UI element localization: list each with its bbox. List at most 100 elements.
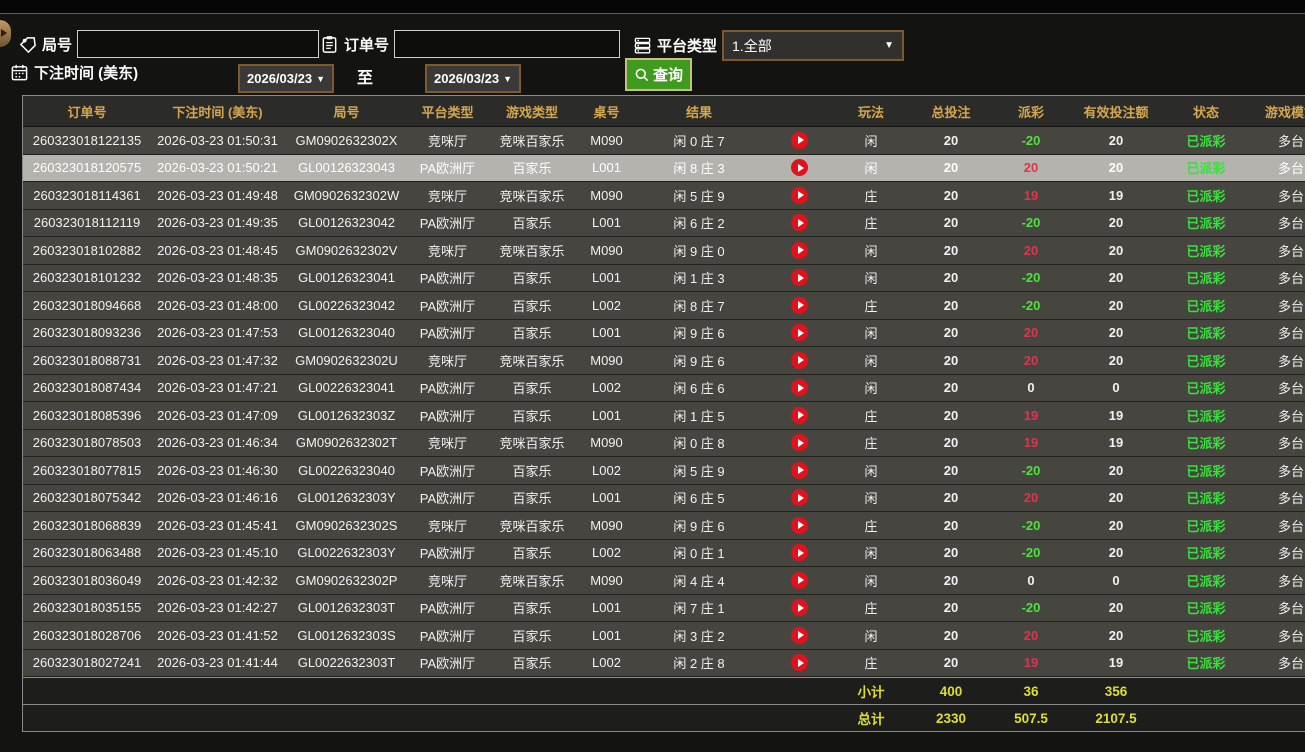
date-to-picker[interactable]: 2026/03/23 ▼ <box>425 64 521 93</box>
header-status: 状态 <box>1192 104 1219 120</box>
table-row[interactable]: 260323018087434 2026-03-23 01:47:21 GL0022… <box>23 374 1305 402</box>
play-icon <box>797 191 804 200</box>
platform-cell: PA欧洲厅 <box>419 161 476 177</box>
table-row[interactable]: 260323018063488 2026-03-23 01:45:10 GL0022… <box>23 539 1305 567</box>
table-row[interactable]: 260323018027241 2026-03-23 01:41:44 GL0022… <box>23 649 1305 677</box>
valid-bet-cell: 20 <box>1108 600 1124 616</box>
status-cell: 已派彩 <box>1186 546 1226 562</box>
platform-cell: 竞咪厅 <box>427 188 467 204</box>
table-row[interactable]: 260323018101232 2026-03-23 01:48:35 GL0012… <box>23 264 1305 292</box>
game-no-cell: GL0022632303Y <box>297 545 396 561</box>
play-video-button[interactable] <box>791 241 808 259</box>
bet-time-cell: 2026-03-23 01:42:32 <box>157 572 278 588</box>
table-row[interactable]: 260323018120575 2026-03-23 01:50:21 GL0012… <box>23 154 1305 182</box>
total-bet-cell: 20 <box>943 435 959 451</box>
play-video-button[interactable] <box>791 434 808 452</box>
video-cell <box>763 626 836 644</box>
total-bet-cell: 20 <box>943 242 959 258</box>
payout-cell: 20 <box>1023 325 1039 341</box>
table-row[interactable]: 260323018078503 2026-03-23 01:46:34 GM0902… <box>23 429 1305 457</box>
play-video-button[interactable] <box>791 571 808 589</box>
table-row[interactable]: 260323018028706 2026-03-23 01:41:52 GL0012… <box>23 622 1305 650</box>
platform-type-select[interactable]: 1.全部 ▼ <box>722 30 905 61</box>
play-icon <box>797 576 804 585</box>
play-video-button[interactable] <box>791 324 808 342</box>
date-from-picker[interactable]: 2026/03/23 ▼ <box>238 64 334 93</box>
payout-cell: 0 <box>1027 380 1035 396</box>
bet-type-cell: 闲 <box>864 463 878 479</box>
header-game-no: 局号 <box>333 104 360 120</box>
play-icon <box>797 163 804 172</box>
table-row[interactable]: 260323018075342 2026-03-23 01:46:16 GL0012… <box>23 484 1305 512</box>
video-cell <box>763 571 836 589</box>
query-button[interactable]: 查询 <box>625 58 693 91</box>
game-type-cell: 百家乐 <box>512 216 552 232</box>
play-video-button[interactable] <box>791 296 808 314</box>
status-cell: 已派彩 <box>1186 243 1226 259</box>
valid-bet-cell: 0 <box>1112 572 1120 588</box>
play-video-button[interactable] <box>791 544 808 562</box>
play-video-button[interactable] <box>791 461 808 479</box>
play-video-button[interactable] <box>791 516 808 534</box>
play-video-button[interactable] <box>791 131 808 149</box>
order-no-cell: 260323018035155 <box>32 600 142 616</box>
table-row[interactable]: 260323018102882 2026-03-23 01:48:45 GM0902… <box>23 237 1305 265</box>
header-total-bet: 总投注 <box>931 104 971 120</box>
bet-type-cell: 庄 <box>864 436 878 452</box>
mode-cell: 多台 <box>1277 271 1304 287</box>
total-label: 总计 <box>857 712 885 727</box>
play-video-button[interactable] <box>791 269 808 287</box>
play-video-button[interactable] <box>791 159 808 177</box>
table-no-cell: M090 <box>590 517 623 533</box>
bet-type-cell: 闲 <box>864 628 878 644</box>
table-row[interactable]: 260323018068839 2026-03-23 01:45:41 GM0902… <box>23 512 1305 540</box>
play-video-button[interactable] <box>791 406 808 424</box>
play-icon <box>797 411 804 420</box>
bet-type-cell: 闲 <box>864 353 878 369</box>
payout-cell: -20 <box>1021 270 1041 286</box>
table-row[interactable]: 260323018122135 2026-03-23 01:50:31 GM0902… <box>23 127 1305 155</box>
chevron-down-icon: ▼ <box>884 40 895 51</box>
table-row[interactable]: 260323018094668 2026-03-23 01:48:00 GL0022… <box>23 292 1305 320</box>
status-cell: 已派彩 <box>1186 436 1226 452</box>
game-no-cell: GL00126323042 <box>298 215 395 231</box>
mode-cell: 多台 <box>1277 381 1304 397</box>
payout-cell: 20 <box>1023 160 1039 176</box>
video-cell <box>763 351 836 369</box>
game-no-cell: GL0012632303Z <box>297 407 396 423</box>
table-row[interactable]: 260323018093236 2026-03-23 01:47:53 GL0012… <box>23 319 1305 347</box>
total-bet-cell: 20 <box>943 572 959 588</box>
play-video-button[interactable] <box>791 351 808 369</box>
game-no-cell: GL0012632303S <box>297 627 396 643</box>
table-row[interactable]: 260323018085396 2026-03-23 01:47:09 GL0012… <box>23 402 1305 430</box>
result-cell: 闲 2 庄 8 <box>673 656 725 672</box>
game-no-filter: 局号 <box>18 30 320 58</box>
order-no-cell: 260323018077815 <box>32 462 142 478</box>
valid-bet-cell: 19 <box>1108 435 1124 451</box>
table-row[interactable]: 260323018114361 2026-03-23 01:49:48 GM0902… <box>23 182 1305 210</box>
play-video-button[interactable] <box>791 599 808 617</box>
total-bet-cell: 20 <box>943 407 959 423</box>
play-video-button[interactable] <box>791 626 808 644</box>
order-no-input[interactable] <box>394 30 621 58</box>
table-row[interactable]: 260323018035155 2026-03-23 01:42:27 GL0012… <box>23 594 1305 622</box>
bet-time-cell: 2026-03-23 01:45:10 <box>157 545 278 561</box>
table-row[interactable]: 260323018077815 2026-03-23 01:46:30 GL0022… <box>23 457 1305 485</box>
play-video-button[interactable] <box>791 214 808 232</box>
game-type-cell: 百家乐 <box>512 546 552 562</box>
table-row[interactable]: 260323018036049 2026-03-23 01:42:32 GM0902… <box>23 567 1305 595</box>
table-row[interactable]: 260323018088731 2026-03-23 01:47:32 GM0902… <box>23 347 1305 375</box>
play-video-button[interactable] <box>791 654 808 672</box>
play-video-button[interactable] <box>791 489 808 507</box>
total-bet-cell: 20 <box>943 132 959 148</box>
tag-icon <box>18 35 37 54</box>
play-icon <box>797 493 804 502</box>
game-no-input[interactable] <box>77 30 320 58</box>
game-no-cell: GL0012632303Y <box>297 490 396 506</box>
mode-cell: 多台 <box>1277 518 1304 534</box>
sidebar-expand-tab[interactable] <box>0 20 11 47</box>
play-video-button[interactable] <box>791 379 808 397</box>
mode-cell: 多台 <box>1277 573 1304 589</box>
table-row[interactable]: 260323018112119 2026-03-23 01:49:35 GL0012… <box>23 209 1305 237</box>
play-video-button[interactable] <box>791 186 808 204</box>
